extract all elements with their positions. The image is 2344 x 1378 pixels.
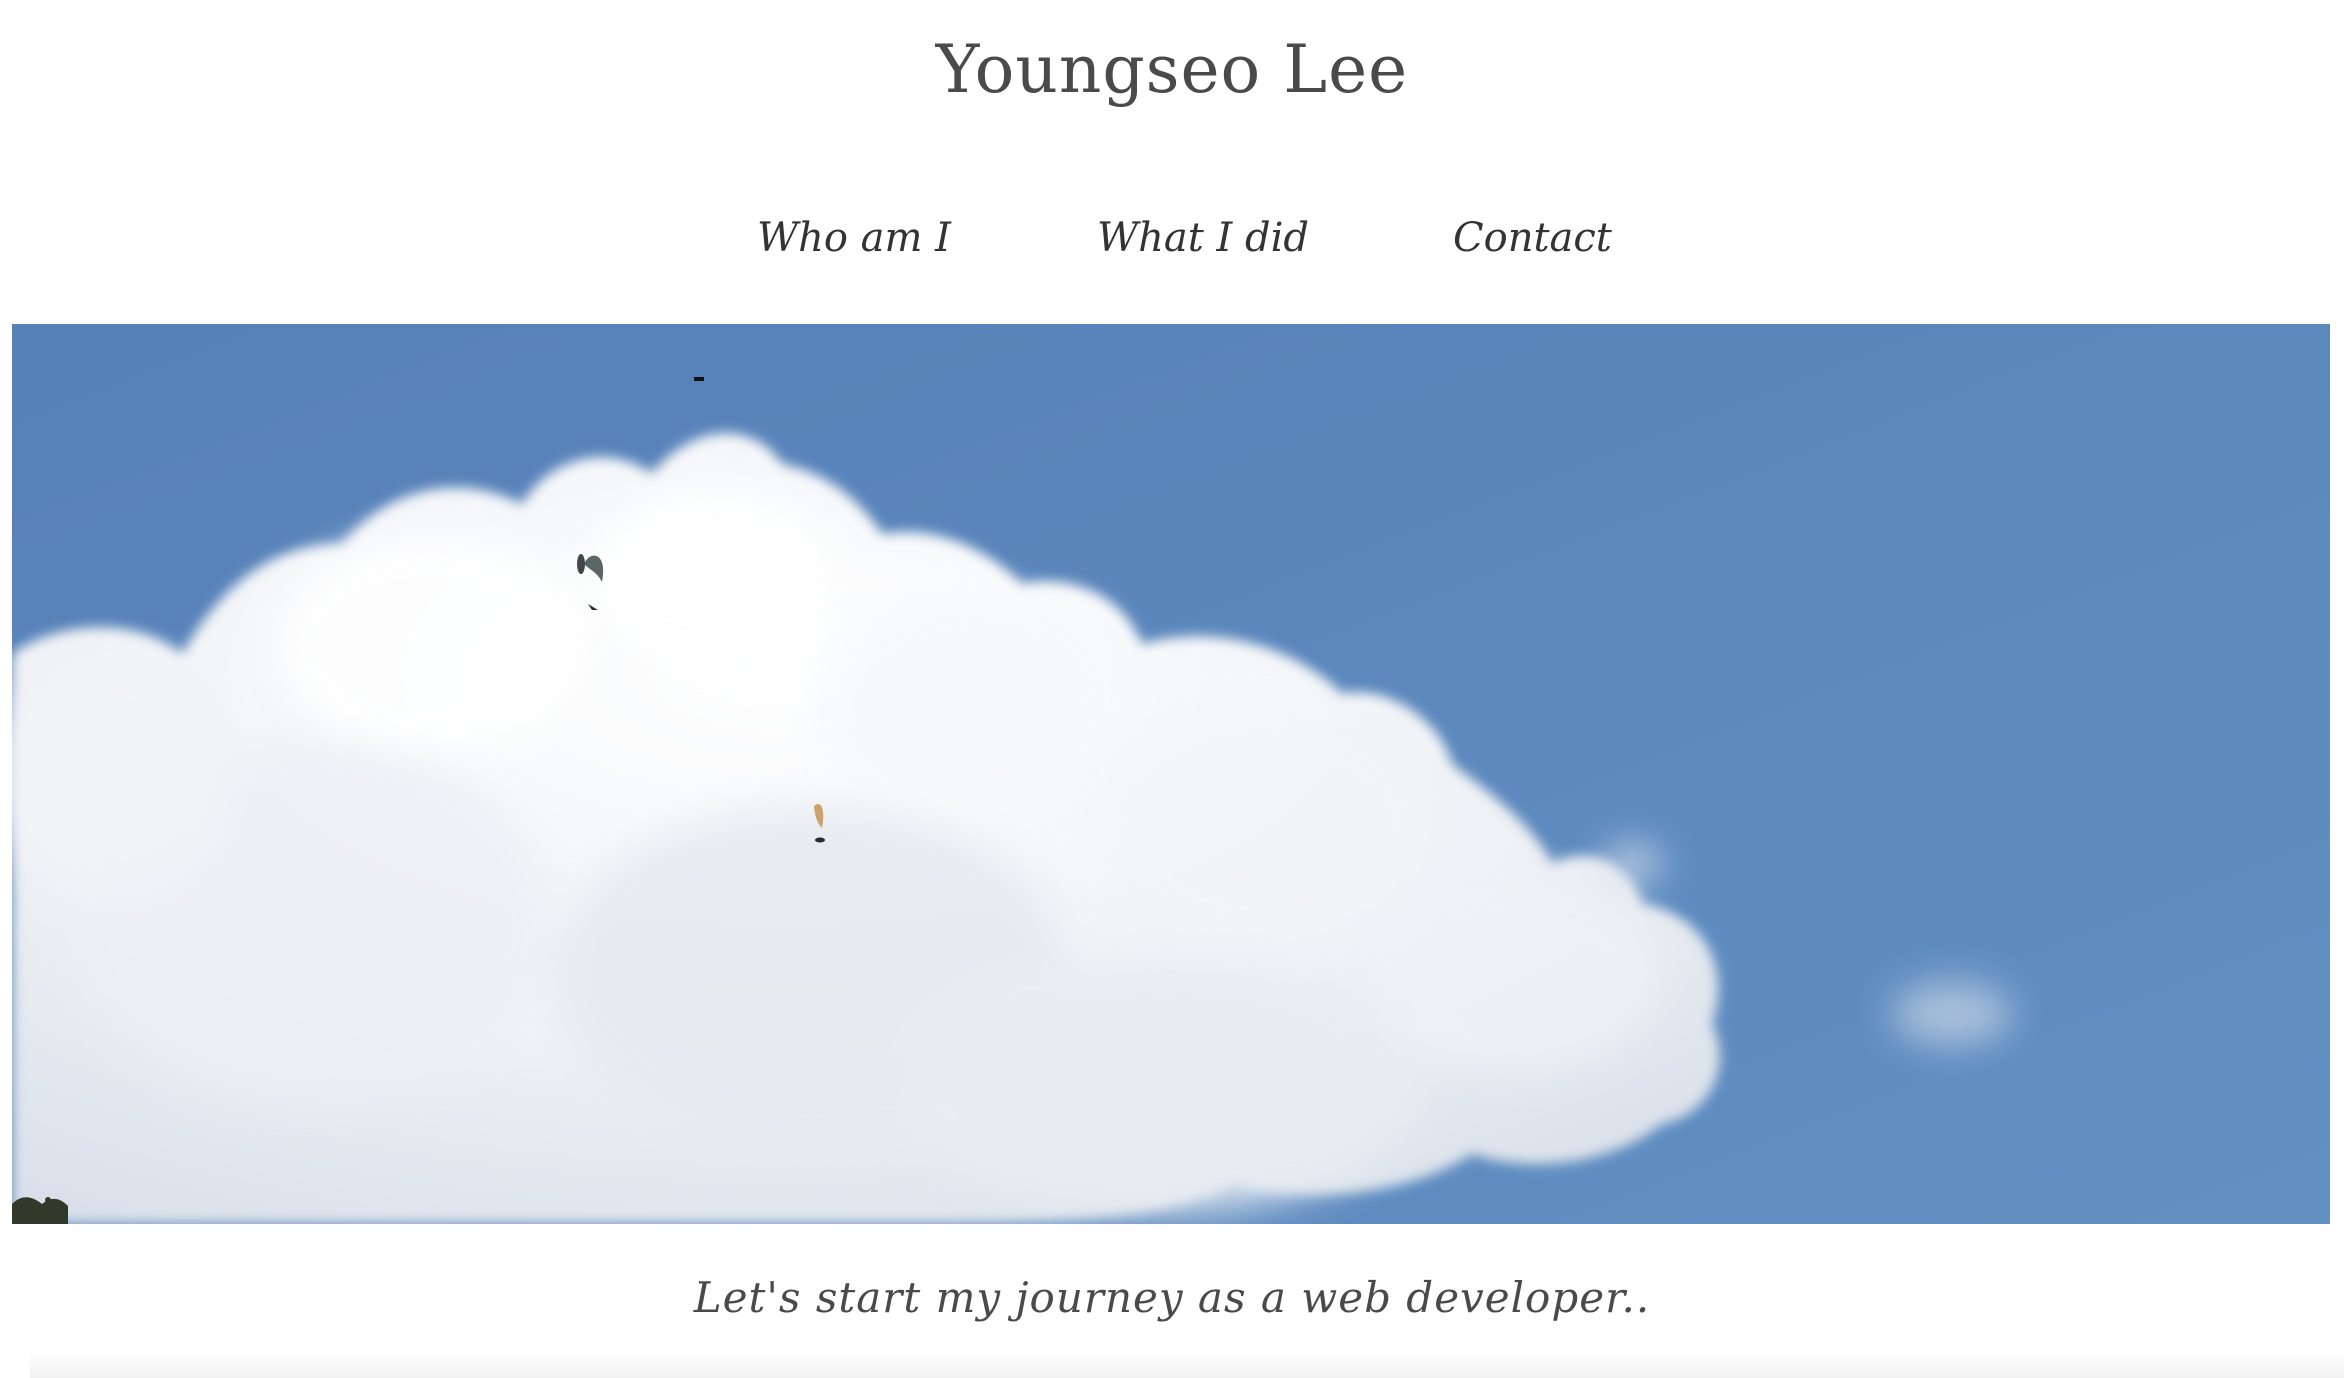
footer-shadow [30,1350,2344,1378]
paraglider-top [694,377,704,381]
nav-link-who-am-i[interactable]: Who am I [757,208,951,268]
sky-photo [12,324,2330,1224]
hero-tagline: Let's start my journey as a web develope… [693,1273,1651,1322]
main-nav: Who am I What I did Contact [0,208,2344,268]
hero-image [12,324,2330,1224]
site-title: Youngseo Lee [935,31,1409,108]
nav-link-what-i-did[interactable]: What I did [1097,208,1309,268]
nav-link-contact[interactable]: Contact [1453,208,1612,268]
